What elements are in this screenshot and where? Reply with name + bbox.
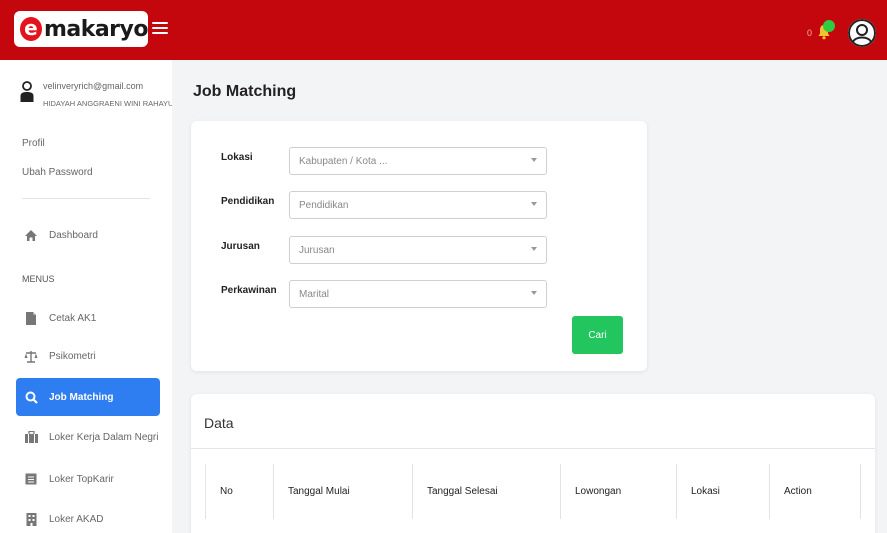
perkawinan-label: Perkawinan <box>221 285 277 296</box>
menus-section-title: MENUS <box>22 274 55 284</box>
logo-e-mark: e <box>20 17 42 41</box>
chevron-down-icon <box>531 202 537 206</box>
data-divider <box>191 448 875 449</box>
sidebar-item-loker-akad[interactable]: Loker AKAD <box>16 500 160 533</box>
ubah-password-link[interactable]: Ubah Password <box>22 167 93 178</box>
scale-icon <box>24 349 38 363</box>
sidebar-item-label: Job Matching <box>49 391 114 403</box>
cari-button[interactable]: Cari <box>572 316 623 354</box>
perkawinan-placeholder: Marital <box>299 289 330 300</box>
sidebar-item-label: Loker TopKarir <box>49 473 114 485</box>
jurusan-select[interactable]: Jurusan <box>289 236 547 264</box>
chevron-down-icon <box>531 291 537 295</box>
profil-link[interactable]: Profil <box>22 138 45 149</box>
sidebar-item-loker-topkarir[interactable]: Loker TopKarir <box>16 460 160 498</box>
hamburger-menu-icon[interactable] <box>152 19 168 41</box>
jurusan-label: Jurusan <box>221 241 260 252</box>
notification-badge <box>823 20 835 32</box>
lokasi-select[interactable]: Kabupaten / Kota ... <box>289 147 547 175</box>
sidebar-item-loker-dalam-negri[interactable]: Loker Kerja Dalam Negri <box>16 418 160 456</box>
sidebar: velinveryrich@gmail.com HIDAYAH ANGGRAEN… <box>0 60 172 533</box>
table-header-tanggal-selesai[interactable]: Tanggal Selesai <box>413 464 561 519</box>
user-email: velinveryrich@gmail.com <box>43 81 144 91</box>
home-icon <box>24 228 38 242</box>
sidebar-item-label: Dashboard <box>49 229 98 241</box>
briefcase-icon <box>24 430 38 444</box>
user-profile: velinveryrich@gmail.com HIDAYAH ANGGRAEN… <box>20 78 172 118</box>
sidebar-item-label: Cetak AK1 <box>49 312 97 324</box>
perkawinan-select[interactable]: Marital <box>289 280 547 308</box>
pendidikan-select[interactable]: Pendidikan <box>289 191 547 219</box>
user-name: HIDAYAH ANGGRAENI WINI RAHAYU <box>43 99 172 108</box>
page-title: Job Matching <box>193 83 297 100</box>
file-icon <box>24 311 38 325</box>
top-navbar: e makaryo 0 <box>0 0 887 60</box>
results-table: No Tanggal Mulai Tanggal Selesai Lowonga… <box>205 464 861 519</box>
sidebar-divider <box>22 198 150 199</box>
sidebar-item-label: Psikometri <box>49 350 96 362</box>
sidebar-item-cetak-ak1[interactable]: Cetak AK1 <box>16 299 160 337</box>
data-title: Data <box>204 415 234 431</box>
notification-bell[interactable]: 0 <box>807 20 841 44</box>
sidebar-item-job-matching[interactable]: Job Matching <box>16 378 160 416</box>
emakaryo-logo[interactable]: e makaryo <box>14 11 149 47</box>
building-icon <box>24 512 38 526</box>
logo-text: makaryo <box>43 16 149 42</box>
table-header-action[interactable]: Action <box>770 464 860 519</box>
sidebar-item-label: Loker AKAD <box>49 513 104 525</box>
list-box-icon <box>24 472 38 486</box>
table-header-lokasi[interactable]: Lokasi <box>677 464 770 519</box>
lokasi-placeholder: Kabupaten / Kota ... <box>299 156 388 167</box>
pendidikan-placeholder: Pendidikan <box>299 200 349 211</box>
pendidikan-label: Pendidikan <box>221 196 275 207</box>
sidebar-item-label: Loker Kerja Dalam Negri <box>49 431 159 443</box>
table-header-tanggal-mulai[interactable]: Tanggal Mulai <box>274 464 413 519</box>
jurusan-placeholder: Jurusan <box>299 245 335 256</box>
chevron-down-icon <box>531 247 537 251</box>
user-icon <box>20 81 34 102</box>
chevron-down-icon <box>531 158 537 162</box>
filter-card: Lokasi Kabupaten / Kota ... Pendidikan P… <box>191 121 647 371</box>
search-icon <box>24 390 38 404</box>
notification-count: 0 <box>807 28 813 38</box>
user-avatar[interactable] <box>848 19 876 47</box>
sidebar-item-psikometri[interactable]: Psikometri <box>16 337 160 375</box>
table-header-lowongan[interactable]: Lowongan <box>561 464 677 519</box>
sidebar-item-dashboard[interactable]: Dashboard <box>16 216 160 254</box>
lokasi-label: Lokasi <box>221 152 253 163</box>
data-card: Data No Tanggal Mulai Tanggal Selesai Lo… <box>191 394 875 533</box>
table-header-no[interactable]: No <box>206 464 274 519</box>
